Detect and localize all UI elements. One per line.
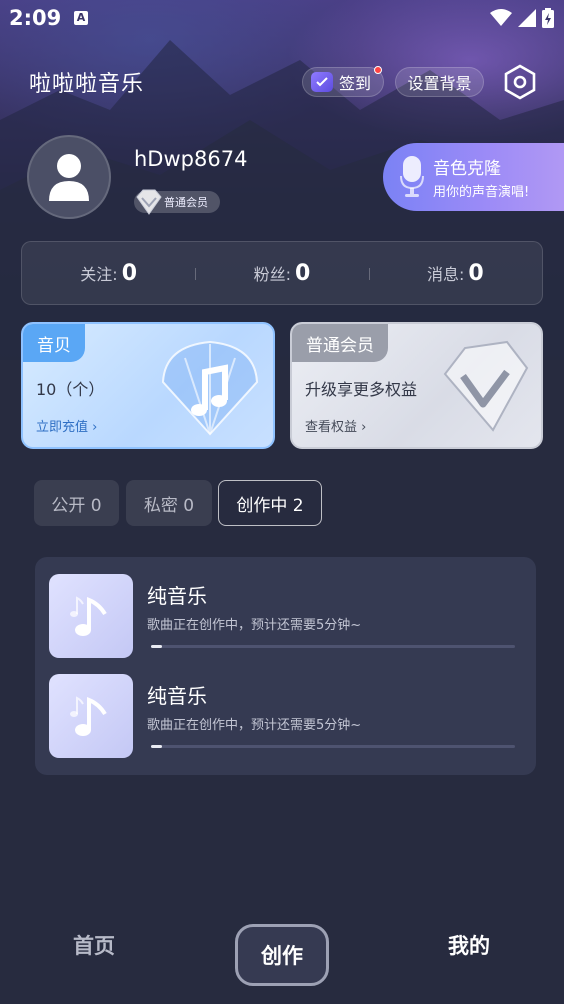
vip-card-tag: 普通会员	[292, 324, 388, 362]
diamond-icon	[136, 189, 162, 215]
song-status: 歌曲正在创作中，预计还需要5分钟~	[147, 618, 362, 633]
stat-label: 关注:	[80, 265, 118, 284]
music-note-icon	[70, 596, 107, 636]
wifi-icon	[490, 9, 512, 26]
voice-clone-title: 音色克隆	[433, 159, 501, 179]
stat-label: 消息:	[426, 265, 465, 284]
nav-home[interactable]: 首页	[73, 930, 115, 960]
nav-mine[interactable]: 我的	[448, 930, 490, 960]
microphone-icon	[399, 156, 425, 198]
voice-clone-banner[interactable]: 音色克隆 用你的声音演唱!	[383, 143, 564, 211]
stat-followers[interactable]: 粉丝: 0	[195, 242, 368, 304]
calendar-check-icon	[311, 72, 333, 92]
member-badge-label: 普通会员	[164, 196, 208, 209]
view-benefits-link[interactable]: 查看权益 ›	[305, 416, 366, 435]
stat-following[interactable]: 关注: 0	[22, 242, 195, 304]
song-cover	[49, 574, 133, 658]
member-badge: 普通会员	[134, 189, 220, 215]
coin-balance: 10（个）	[36, 380, 105, 399]
song-title: 纯音乐	[147, 684, 207, 708]
tab-creating[interactable]: 创作中 2	[218, 480, 322, 526]
vip-diamond-icon	[443, 340, 529, 432]
tab-public[interactable]: 公开 0	[34, 480, 119, 526]
stat-value: 0	[121, 260, 138, 286]
status-time: 2:09	[9, 6, 62, 30]
notification-dot	[374, 66, 382, 74]
coin-card-tag: 音贝	[23, 324, 85, 362]
gear-icon	[504, 64, 536, 100]
user-icon	[49, 154, 89, 201]
settings-button[interactable]	[502, 64, 538, 100]
checkin-label: 签到	[339, 74, 372, 93]
stat-label: 粉丝:	[253, 265, 292, 284]
stats-bar: 关注: 0 粉丝: 0 消息: 0	[21, 241, 543, 305]
progress-fill	[151, 745, 162, 748]
list-item[interactable]: 纯音乐 歌曲正在创作中，预计还需要5分钟~	[49, 674, 519, 758]
coin-card[interactable]: 音贝 10（个） 立即充值 ›	[21, 322, 275, 449]
app-title: 啦啦啦音乐	[29, 72, 145, 97]
song-status: 歌曲正在创作中，预计还需要5分钟~	[147, 718, 362, 733]
stat-value: 0	[468, 260, 484, 286]
set-background-button[interactable]: 设置背景	[395, 67, 484, 97]
battery-icon	[542, 8, 554, 28]
vip-card[interactable]: 普通会员 升级享更多权益 查看权益 ›	[290, 322, 543, 449]
recharge-link[interactable]: 立即充值 ›	[36, 416, 97, 435]
username: hDwp8674	[134, 147, 248, 171]
notification-icon: A	[74, 11, 88, 25]
song-title: 纯音乐	[147, 584, 207, 608]
song-list: 纯音乐 歌曲正在创作中，预计还需要5分钟~ 纯音乐 歌曲正在创作中，预计还需要5…	[35, 557, 536, 775]
vip-upgrade-text: 升级享更多权益	[305, 380, 418, 399]
voice-clone-subtitle: 用你的声音演唱!	[433, 185, 530, 200]
song-cover	[49, 674, 133, 758]
progress-bar	[151, 745, 515, 748]
avatar[interactable]	[27, 135, 111, 219]
set-background-label: 设置背景	[407, 74, 472, 93]
music-note-icon	[70, 696, 107, 736]
tab-private[interactable]: 私密 0	[126, 480, 212, 526]
shell-music-icon	[161, 340, 259, 436]
stat-messages[interactable]: 消息: 0	[368, 242, 542, 304]
checkin-button[interactable]: 签到	[302, 66, 384, 97]
nav-create[interactable]: 创作	[235, 924, 329, 986]
progress-bar	[151, 645, 515, 648]
status-bar: 2:09 A	[0, 0, 564, 38]
signal-icon	[518, 9, 536, 27]
stat-value: 0	[295, 260, 311, 286]
progress-fill	[151, 645, 162, 648]
list-item[interactable]: 纯音乐 歌曲正在创作中，预计还需要5分钟~	[49, 574, 519, 658]
